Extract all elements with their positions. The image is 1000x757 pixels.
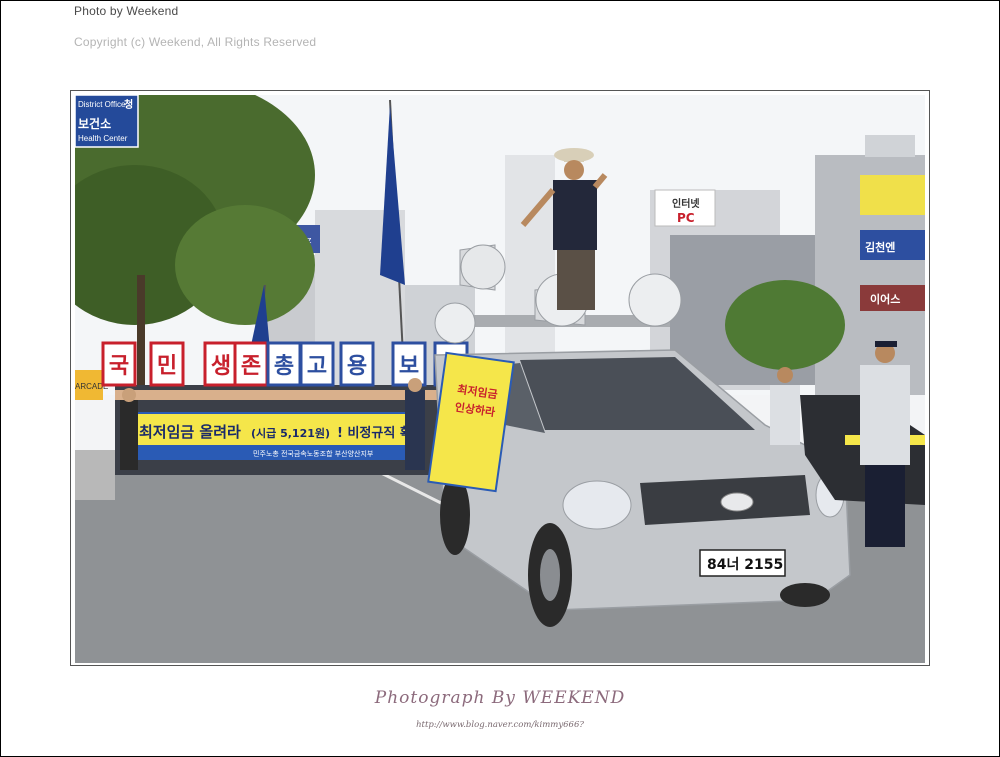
- banner-text-b: (시급 5,121원): [251, 426, 330, 440]
- banner-subtext: 민주노총 전국금속노동조합 부산양산지부: [253, 449, 374, 458]
- office-sign-en: District Office: [78, 100, 126, 109]
- placard-char-6: 고: [307, 354, 327, 379]
- office-sign-ko: 청: [124, 98, 133, 111]
- sidewalk: [75, 450, 115, 500]
- health-sign-en: Health Center: [78, 134, 128, 143]
- main-banner: 최저임금 올려라 (시급 5,121원) ! 비정규직 확산 민주노총 전국금속…: [134, 412, 424, 460]
- signature-title: Photograph By WEEKEND: [374, 688, 626, 708]
- internet-sign: 인터넷: [672, 197, 700, 210]
- shop-sign: 이어스: [870, 292, 900, 306]
- photo-credit: Photo by Weekend: [74, 4, 179, 18]
- placard-char-5: 총: [274, 354, 294, 379]
- health-sign-ko: 보건소: [78, 116, 111, 131]
- placard-char-2: 민: [157, 354, 177, 379]
- placard-char-7: 용: [347, 354, 367, 379]
- license-plate: 84너 2155: [707, 557, 783, 573]
- placard-char-3: 생: [211, 354, 231, 379]
- photo-scene: Allianz 인터넷 PC 김천엔 이어스 Dis: [75, 95, 925, 663]
- bank-sign: 김천엔: [865, 240, 895, 254]
- street-sign: District Office 청 보건소 Health Center: [75, 95, 139, 148]
- placard-char-1: 국: [109, 354, 129, 379]
- copyright-notice: Copyright (c) Weekend, All Rights Reserv…: [74, 35, 317, 49]
- protest-photo: Allianz 인터넷 PC 김천엔 이어스 Dis: [75, 95, 925, 663]
- pc-sign: PC: [677, 211, 695, 225]
- signature-url[interactable]: http://www.blog.naver.com/kimmy666?: [0, 720, 1000, 730]
- placard-char-4: 존: [241, 354, 261, 379]
- banner-text-a: 최저임금 올려라: [139, 423, 241, 441]
- placard-char-8: 보: [399, 354, 419, 379]
